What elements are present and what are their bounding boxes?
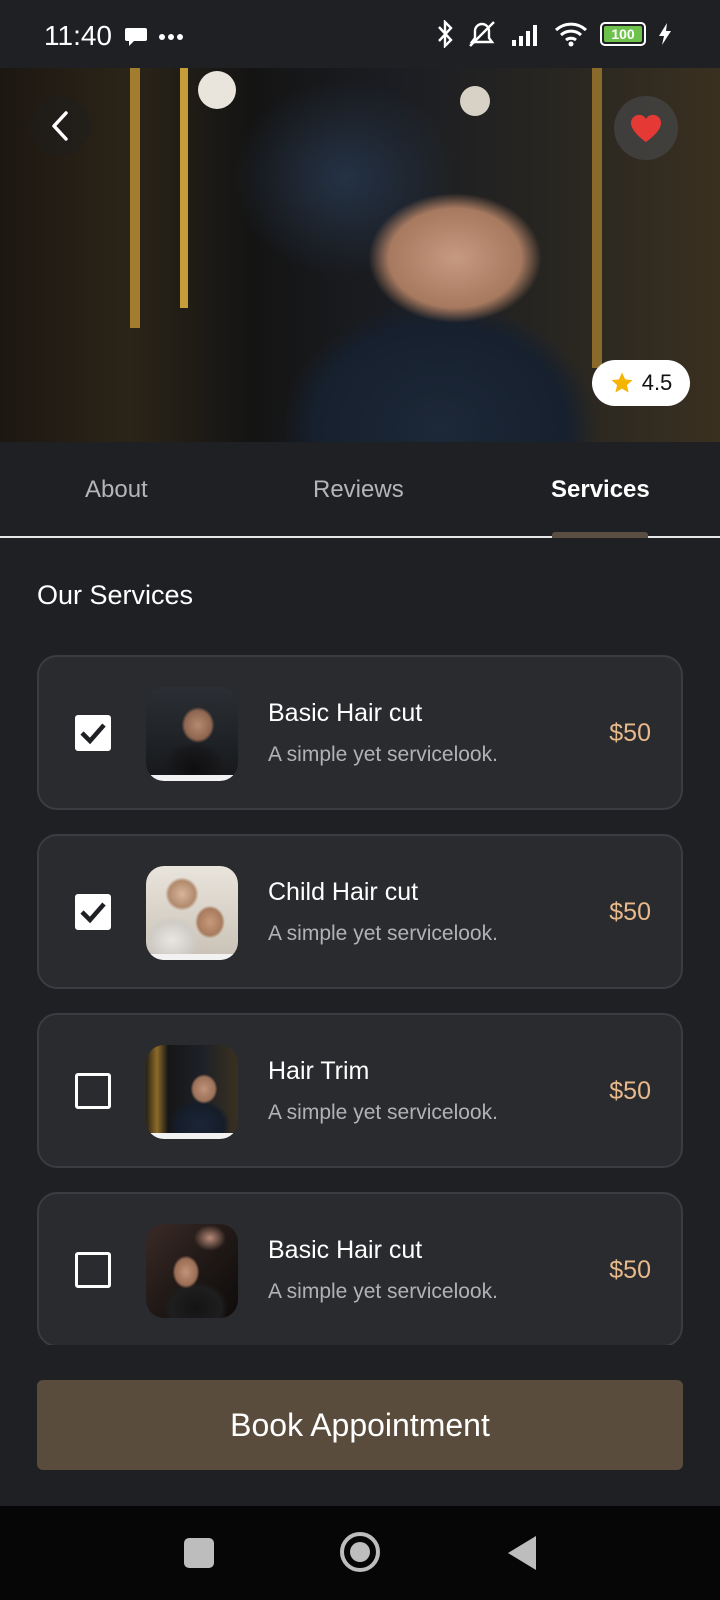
service-checkbox[interactable] [75, 1252, 111, 1288]
charging-icon [659, 23, 671, 45]
hero-decor [198, 71, 236, 109]
rating-value: 4.5 [641, 370, 673, 395]
service-thumbnail [146, 1045, 238, 1139]
tab-reviews[interactable]: Reviews [313, 476, 404, 504]
service-thumbnail [146, 687, 238, 781]
status-time: 11:40 [44, 20, 112, 51]
heart-icon [630, 114, 662, 142]
service-name: Hair Trim [268, 1057, 370, 1085]
rating-badge: 4.5 [592, 360, 690, 406]
service-checkbox[interactable] [75, 894, 111, 930]
battery-icon: 100 [600, 22, 646, 46]
back-triangle-icon[interactable] [508, 1536, 536, 1570]
more-dots-icon [159, 34, 183, 40]
services-list[interactable]: Basic Hair cut A simple yet servicelook.… [0, 640, 720, 1345]
status-bar: 11:40 100 [0, 0, 720, 68]
alarm-off-icon [469, 21, 495, 47]
recents-square-icon[interactable] [184, 1538, 214, 1568]
service-price: $50 [609, 1077, 651, 1105]
service-card[interactable]: Child Hair cut A simple yet servicelook.… [37, 834, 683, 989]
tab-active-indicator [552, 532, 648, 538]
service-description: A simple yet servicelook. [268, 1280, 498, 1303]
hero-decor [130, 68, 140, 328]
back-button[interactable] [30, 96, 90, 156]
check-icon [80, 902, 106, 924]
tab-bar: About Reviews Services [0, 442, 720, 538]
home-circle-icon[interactable] [340, 1532, 380, 1572]
chat-bubble-icon [125, 28, 147, 46]
service-name: Basic Hair cut [268, 699, 423, 727]
bluetooth-icon [438, 20, 453, 48]
section-title: Our Services [37, 580, 194, 610]
service-card[interactable]: Hair Trim A simple yet servicelook. $50 [37, 1013, 683, 1168]
status-left-icons [124, 26, 184, 48]
system-nav-bar [0, 1506, 720, 1600]
battery-level: 100 [604, 26, 642, 42]
status-right-icons: 100 [436, 20, 672, 48]
service-price: $50 [609, 898, 651, 926]
service-name: Child Hair cut [268, 878, 419, 906]
signal-icon [512, 25, 537, 46]
hero-image: 4.5 [0, 68, 720, 442]
book-appointment-button[interactable]: Book Appointment [37, 1380, 683, 1470]
service-card[interactable]: Basic Hair cut A simple yet servicelook.… [37, 655, 683, 810]
hero-decor [592, 68, 602, 368]
hero-decor [180, 68, 188, 308]
wifi-icon [554, 22, 588, 47]
star-icon [611, 372, 633, 393]
tab-services[interactable]: Services [551, 476, 650, 504]
service-checkbox[interactable] [75, 1073, 111, 1109]
service-thumbnail [146, 866, 238, 960]
home-circle-dot [350, 1542, 370, 1562]
service-price: $50 [609, 719, 651, 747]
service-description: A simple yet servicelook. [268, 743, 498, 766]
service-card[interactable]: Basic Hair cut A simple yet servicelook.… [37, 1192, 683, 1345]
service-thumbnail [146, 1224, 238, 1318]
service-name: Basic Hair cut [268, 1236, 423, 1264]
hero-decor [460, 86, 490, 116]
chevron-left-icon [52, 111, 68, 141]
service-checkbox[interactable] [75, 715, 111, 751]
service-description: A simple yet servicelook. [268, 922, 498, 945]
favorite-button[interactable] [614, 96, 678, 160]
tab-about[interactable]: About [85, 476, 148, 504]
service-description: A simple yet servicelook. [268, 1101, 498, 1124]
service-price: $50 [609, 1256, 651, 1284]
check-icon [80, 723, 106, 745]
